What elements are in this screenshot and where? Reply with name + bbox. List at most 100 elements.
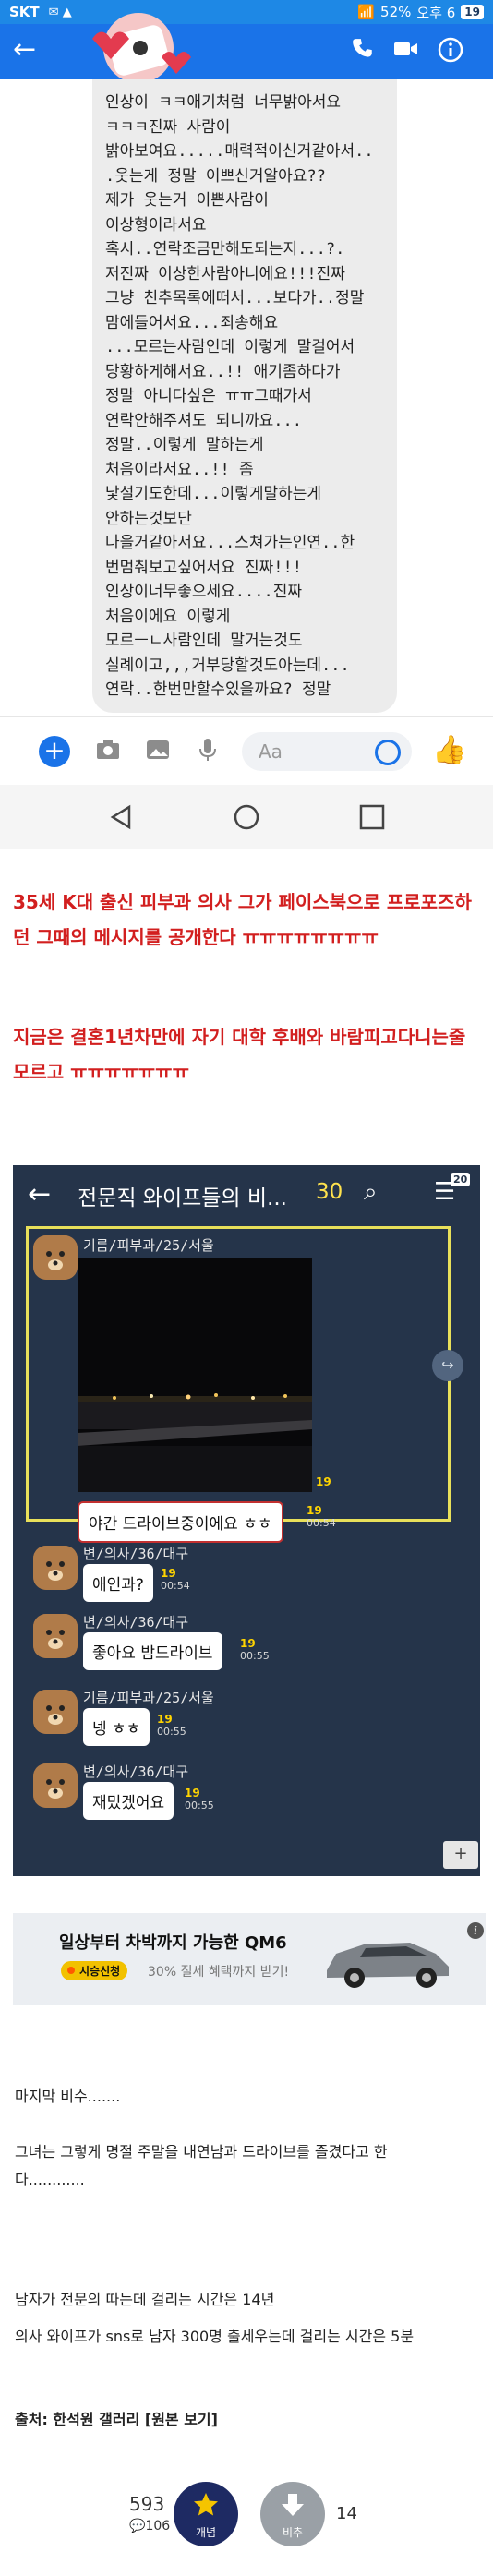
sender-name: 기름/피부과/25/서울 [83, 1237, 214, 1254]
chat-line: 연락안해주셔도 되니까요... [105, 411, 302, 430]
camera-icon[interactable] [94, 736, 122, 764]
message-bubble-2: 좋아요 밤드라이브 [83, 1632, 222, 1670]
comment-count: 💬106 [129, 2519, 171, 2534]
chat-line: 이상형이라서요 [105, 215, 207, 235]
night-drive-photo[interactable] [78, 1258, 312, 1492]
message-bubble-0: 야간 드라이브중이에요 ㅎㅎ [78, 1501, 283, 1543]
paragraph-last-stab: 마지막 비수....... [15, 2088, 121, 2105]
message-meta-4: 19 00:55 [185, 1787, 214, 1812]
chat-line: 정말..이렇게 말하는게 [105, 436, 264, 454]
chat-line: 연락..한번만할수있을까요? 정말 [105, 680, 331, 699]
nav-back-icon[interactable] [107, 803, 135, 831]
chat-line: ...모르는사람인데 이렇게 말걸어서 [105, 338, 355, 356]
message-bubble: 인상이 ㅋㅋ애기처럼 너무밝아서요 ㅋㅋㅋ진짜 사람이 밝아보여요.....매력적이… [92, 79, 397, 713]
ad-info-icon[interactable]: i [467, 1922, 484, 1939]
notification-badge: 19 [461, 5, 484, 19]
kakao-menu-badge: 20 [451, 1173, 471, 1186]
dog-avatar-icon [33, 1763, 78, 1808]
ad-title: 일상부터 차박까지 가능한 QM6 [59, 1933, 287, 1953]
ad-test-drive-pill[interactable]: 시승신청 [61, 1961, 128, 1980]
headline-affair: 지금은 결혼1년차만에 자기 대학 후배와 바람피고다니는줄 모르고 ㅠㅠㅠㅠㅠ… [13, 1026, 466, 1083]
chat-line: 번멈춰보고싶어서요 진짜!!! [105, 558, 302, 577]
source-link[interactable]: [원본 보기] [145, 2411, 218, 2428]
phone-call-icon[interactable] [351, 37, 375, 61]
suv-car-image [327, 1943, 449, 1988]
downvote-label: 비추 [282, 2526, 304, 2539]
microphone-icon[interactable] [194, 736, 222, 764]
chat-line: 인상이너무좋으세요....진짜 [105, 583, 302, 601]
chat-line: 처음이라서요..!! 좀 [105, 460, 254, 479]
message-composer: + Aa 👍 [0, 716, 493, 785]
kakao-room-title: 전문직 와이프들의 비... [78, 1186, 287, 1210]
back-arrow-icon[interactable]: ← [13, 33, 36, 66]
downvote-button[interactable]: 비추 [260, 2482, 325, 2546]
star-icon [194, 2493, 218, 2516]
chat-area: 인상이 ㅋㅋ애기처럼 너무밝아서요 ㅋㅋㅋ진짜 사람이 밝아보여요.....매력적이… [0, 79, 493, 716]
battery-label: 52% [380, 4, 412, 20]
ad-subtitle: 30% 절세 혜택까지 받기! [148, 1965, 290, 1980]
image-icon[interactable] [144, 736, 172, 764]
chat-header: ← [0, 13, 493, 83]
message-meta-0: 19 00:54 [307, 1504, 336, 1530]
chat-line: 저진짜 이상한사람아니에요!!!진짜 [105, 264, 345, 283]
chat-line: 당황하게해서요..!! 애기좀하다가 [105, 362, 341, 381]
sender-name: 기름/피부과/25/서울 [83, 1690, 214, 1706]
chat-line: 그냥 친추목록에떠서...보다가..정말 [105, 289, 365, 307]
paragraph-drive-line-2: 다............ [15, 2171, 85, 2188]
chat-line: ㅋㅋㅋ진짜 사람이 [105, 117, 231, 137]
message-meta-3: 19 00:55 [157, 1713, 186, 1739]
kakao-back-icon[interactable]: ← [28, 1178, 51, 1210]
sender-name: 변/의사/36/대구 [83, 1546, 189, 1562]
sender-name: 변/의사/36/대구 [83, 1614, 189, 1631]
emoji-icon[interactable] [375, 740, 401, 765]
dog-avatar-icon [33, 1546, 78, 1590]
chat-line: 인상이 ㅋㅋ애기처럼 너무밝아서요 [105, 93, 342, 112]
chat-line: 안하는것보단 [105, 509, 192, 528]
info-icon[interactable] [438, 37, 463, 63]
nav-recents-icon[interactable] [358, 803, 386, 831]
paragraph-drive-line-1: 그녀는 그렇게 명절 주말을 내연남과 드라이브를 즐겼다고 한 [15, 2143, 388, 2161]
sender-name: 변/의사/36/대구 [83, 1763, 189, 1780]
chat-line: 낯설기도한데...이렇게말하는게 [105, 485, 322, 503]
plus-icon[interactable]: + [39, 736, 70, 767]
downvote-count: 14 [336, 2504, 357, 2523]
chat-line: .웃는게 정말 이쁘신거알아요?? [105, 166, 326, 186]
chat-line: 혹시..연락조금만해도되는지...?. [105, 240, 345, 259]
kakao-search-icon[interactable]: ⌕ [364, 1178, 378, 1207]
headline-proposal: 35세 K대 출신 피부과 의사 그가 페이스북으로 프로포즈하던 그때의 메시… [13, 891, 472, 948]
arrow-down-icon [282, 2494, 304, 2516]
nav-home-icon[interactable] [233, 803, 260, 831]
share-icon[interactable]: ↪ [432, 1350, 463, 1381]
chat-line: 처음이에요 이렇게 [105, 607, 231, 626]
chat-line: 맘에들어서요...죄송해요 [105, 313, 279, 332]
message-bubble-1: 애인과? [83, 1564, 153, 1602]
source-line: 출처: 한석원 갤러리 [원본 보기] [15, 2406, 218, 2434]
chat-line: 실례이고,,,거부당할것도아는데... [105, 656, 350, 675]
chat-line: 나을거같아서요...스쳐가는인연..한 [105, 534, 355, 552]
carrier-label: SKT [9, 4, 40, 20]
source-label: 출처: 한석원 갤러리 [15, 2411, 140, 2428]
chat-line: 제가 웃는거 이쁜사람이 [105, 191, 269, 210]
chat-line: 정말 아니다싶은 ㅠㅠ그때가서 [105, 387, 312, 405]
upvote-count: 593 [129, 2493, 165, 2515]
photo-unread-count: 19 [316, 1475, 331, 1488]
kakao-attach-button[interactable]: + [443, 1841, 478, 1869]
kakao-member-count: 30 [316, 1180, 343, 1204]
video-call-icon[interactable] [393, 37, 419, 61]
paragraph-time-line-1: 남자가 전문의 따는데 걸리는 시간은 14년 [15, 2291, 275, 2308]
sticker-avatar-icon [92, 13, 191, 83]
upvote-label: 개념 [195, 2526, 217, 2539]
dog-avatar-icon [33, 1235, 78, 1280]
dog-avatar-icon [33, 1614, 78, 1658]
dog-avatar-icon [33, 1690, 78, 1734]
chat-line: 모르ㅡㄴ사람인데 말거는것도 [105, 632, 303, 650]
message-meta-1: 19 00:54 [161, 1567, 190, 1593]
notification-icons: ✉ ▲ [48, 5, 72, 19]
car-ad-banner[interactable]: 일상부터 차박까지 가능한 QM6 시승신청 30% 절세 혜택까지 받기! i [13, 1913, 486, 2005]
signal-icon: 📶 [357, 4, 376, 20]
thumbs-up-icon[interactable]: 👍 [432, 734, 466, 766]
upvote-button[interactable]: 개념 [174, 2482, 238, 2546]
message-meta-2: 19 00:55 [240, 1637, 270, 1663]
message-bubble-4: 재밌겠어요 [83, 1782, 174, 1820]
kakao-chat-screenshot: ← 전문직 와이프들의 비... 30 ⌕ ☰ 20 기름/피부과/25/서울 … [13, 1165, 480, 1876]
